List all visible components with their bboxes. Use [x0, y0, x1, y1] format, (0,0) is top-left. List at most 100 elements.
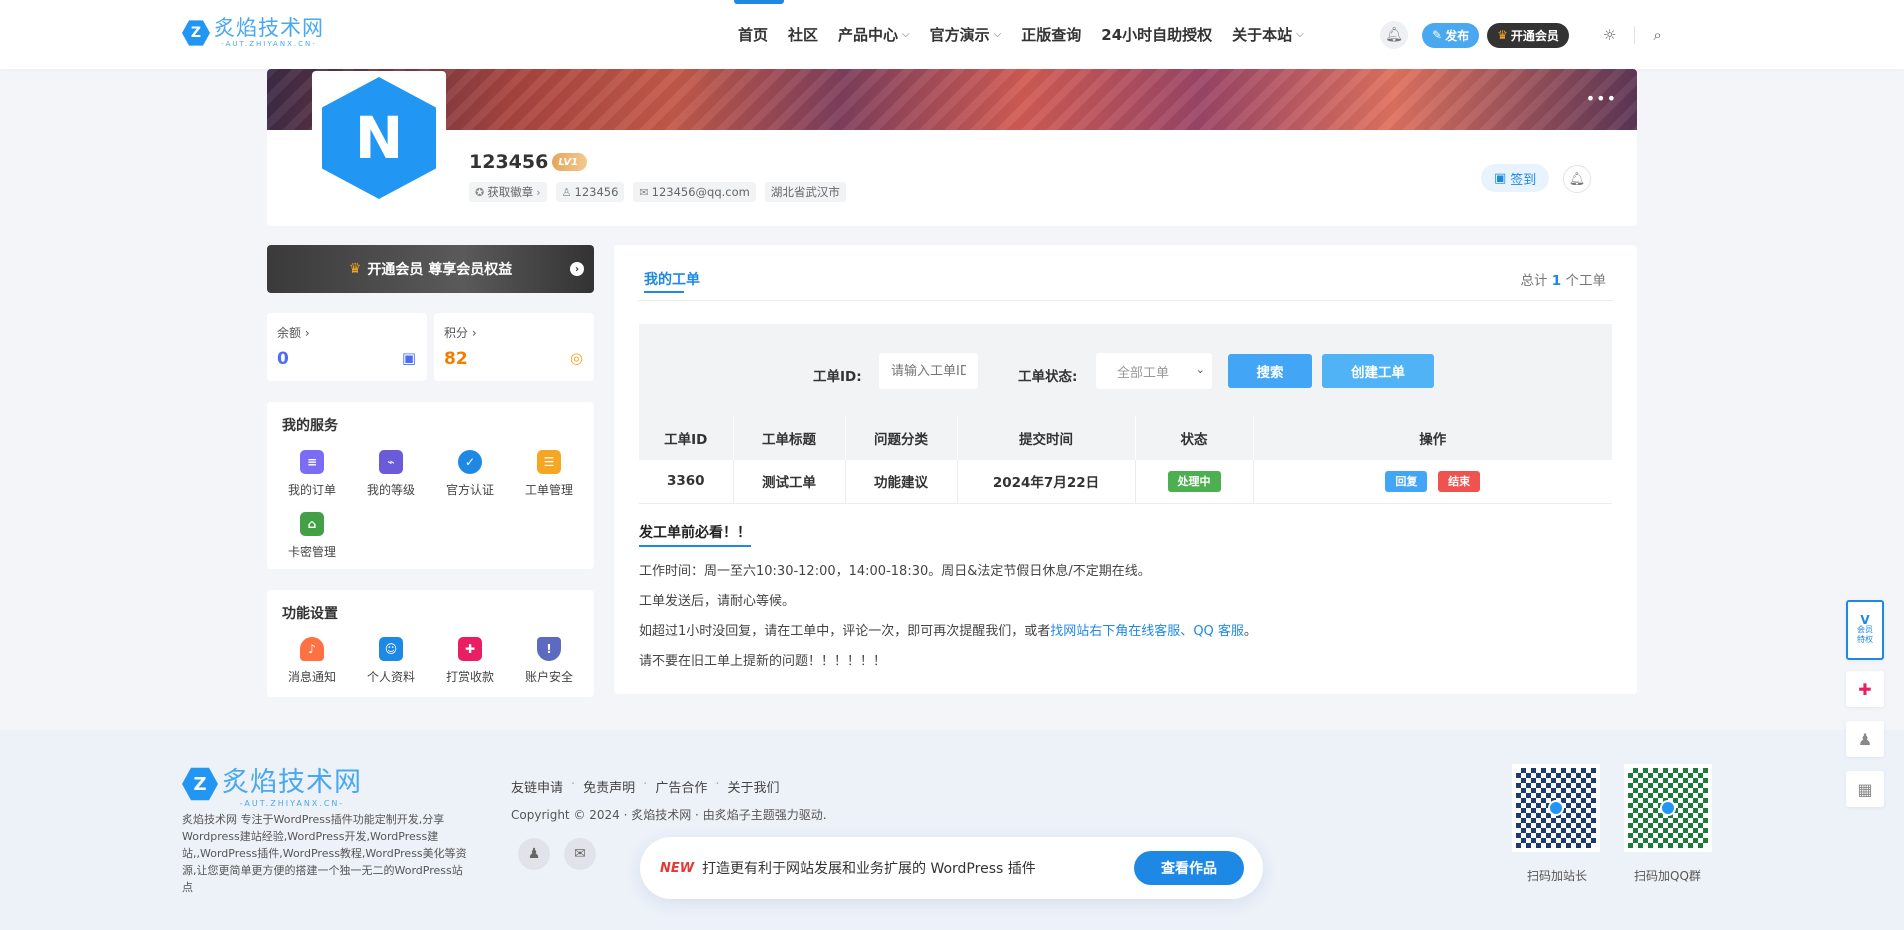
get-badge-tag[interactable]: ✪ 获取徽章 › — [469, 182, 547, 202]
nav-item-demo[interactable]: 官方演示 ⌵ — [930, 24, 1002, 45]
footer-link-about[interactable]: 关于我们 — [727, 777, 779, 796]
float-vip-button[interactable]: V 会员 特权 — [1846, 600, 1884, 660]
ticket-total: 总计 1 个工单 — [1520, 273, 1607, 289]
qq-service-link[interactable]: QQ 客服 — [1193, 624, 1244, 639]
setting-reward[interactable]: ✚ 打赏收款 — [435, 637, 505, 685]
mail-icon[interactable]: ✉ — [564, 838, 596, 870]
divider — [638, 300, 1613, 301]
float-qrcode-icon[interactable]: ▦ — [1846, 771, 1884, 807]
col-category: 问题分类 — [845, 416, 958, 460]
ticket-id-input[interactable] — [879, 353, 978, 389]
nav-item-products[interactable]: 产品中心 ⌵ — [838, 24, 910, 45]
promo-text: 打造更有利于网站发展和业务扩展的 WordPress 插件 — [702, 861, 1036, 877]
points-card[interactable]: 积分 › 82 ◎ — [434, 313, 594, 381]
nav-item-community[interactable]: 社区 — [788, 24, 818, 45]
view-works-button[interactable]: 查看作品 — [1134, 851, 1244, 885]
pen-icon: ✎ — [1432, 28, 1443, 42]
qr-label-admin: 扫码加站长 — [1527, 869, 1588, 883]
table-header-row: 工单ID 工单标题 问题分类 提交时间 状态 操作 — [639, 416, 1612, 460]
search-icon[interactable]: ⌕ — [1653, 26, 1661, 44]
publish-button[interactable]: ✎ 发布 — [1422, 22, 1480, 48]
nav-item-about[interactable]: 关于本站 ⌵ — [1232, 24, 1304, 45]
more-icon[interactable]: ••• — [1586, 89, 1617, 108]
arrow-right-icon: › — [570, 262, 584, 276]
chevron-down-icon: ⌵ — [1296, 29, 1304, 40]
chevron-down-icon: ⌵ — [902, 29, 910, 40]
footer-link-disclaimer[interactable]: 免责声明 — [583, 777, 635, 796]
footer-link-ads[interactable]: 广告合作 — [655, 777, 707, 796]
ticket-category-cell: 功能建议 — [845, 460, 958, 504]
search-button[interactable]: 搜索 — [1228, 354, 1312, 388]
site-header: Z 炙焰技术网 -AUT.ZHIYANX.CN- 首页 社区 产品中心 ⌵ 官方演… — [0, 0, 1904, 69]
online-service-link[interactable]: 找网站右下角在线客服 — [1050, 624, 1180, 639]
logo-mark-icon: Z — [182, 767, 218, 801]
service-my-level[interactable]: ⌁ 我的等级 — [356, 450, 426, 498]
chevron-down-icon: ⌄ — [1195, 363, 1205, 376]
create-ticket-button[interactable]: 创建工单 — [1322, 354, 1434, 388]
qr-code-qq-group — [1624, 764, 1712, 852]
vip-promo-banner[interactable]: ♛ 开通会员 尊享会员权益 › — [267, 245, 594, 293]
nav-item-home[interactable]: 首页 — [738, 24, 768, 45]
tab-underline — [644, 291, 684, 293]
avatar[interactable]: N — [312, 71, 446, 205]
username: 123456 — [469, 151, 549, 173]
profile-banner: ••• — [267, 69, 1637, 130]
site-logo[interactable]: Z 炙焰技术网 -AUT.ZHIYANX.CN- — [182, 18, 324, 48]
notice-line: 工单发送后，请耐心等候。 — [639, 594, 796, 609]
qr-code-admin — [1512, 764, 1600, 852]
setting-security[interactable]: ! 账户安全 — [514, 637, 584, 685]
setting-profile[interactable]: ☺ 个人资料 — [356, 637, 426, 685]
notification-bell-icon[interactable]: 🔔︎ — [1563, 165, 1591, 193]
promo-bar: NEW 打造更有利于网站发展和业务扩展的 WordPress 插件 查看作品 — [640, 837, 1263, 899]
qq-icon[interactable]: ♟ — [518, 838, 550, 870]
footer-logo[interactable]: Z 炙焰技术网 -AUT.ZHIYANX.CN- — [182, 760, 362, 808]
chevron-right-icon: › — [304, 326, 310, 340]
medal-icon: ✪ — [475, 185, 485, 199]
crown-icon: ♛ — [1497, 28, 1508, 42]
vip-button[interactable]: ♛ 开通会员 — [1487, 22, 1569, 48]
logo-mark-icon: Z — [182, 20, 210, 46]
service-official-verify[interactable]: ✓ 官方认证 — [435, 450, 505, 498]
close-ticket-button[interactable]: 结束 — [1438, 470, 1481, 492]
ticket-time-cell: 2024年7月22日 — [957, 460, 1136, 504]
gift-icon: ✚ — [458, 637, 482, 661]
order-icon: ≡ — [300, 450, 324, 474]
service-card-key[interactable]: ⌂ 卡密管理 — [277, 512, 347, 560]
service-my-orders[interactable]: ≡ 我的订单 — [277, 450, 347, 498]
float-gift-icon[interactable]: ✚ — [1846, 671, 1884, 707]
ticket-status-cell: 处理中 — [1135, 460, 1254, 504]
col-ticket-title: 工单标题 — [733, 416, 846, 460]
logo-subtext: -AUT.ZHIYANX.CN- — [221, 40, 317, 48]
col-actions: 操作 — [1253, 416, 1612, 460]
balance-value: 0 — [277, 349, 289, 369]
ticket-title-cell[interactable]: 测试工单 — [733, 460, 846, 504]
notification-bell-icon[interactable]: 🔔︎ — [1380, 21, 1408, 49]
verified-icon: ✓ — [458, 450, 482, 474]
theme-toggle-icon[interactable]: ☼ — [1603, 26, 1616, 44]
nav-item-genuine-check[interactable]: 正版查询 — [1021, 24, 1081, 45]
avatar-logo-icon: N — [322, 77, 436, 199]
email-tag: ✉ 123456@qq.com — [633, 182, 756, 202]
nav-item-self-auth[interactable]: 24小时自助授权 — [1101, 24, 1212, 45]
setting-notifications[interactable]: ♪ 消息通知 — [277, 637, 347, 685]
service-ticket-manage[interactable]: ☰ 工单管理 — [514, 450, 584, 498]
footer-link-friend[interactable]: 友链申请 — [511, 777, 563, 796]
float-qq-icon[interactable]: ♟ — [1846, 721, 1884, 757]
sign-in-button[interactable]: ▣ 签到 — [1481, 164, 1550, 192]
ticket-panel: 我的工单 总计 1 个工单 工单ID: 工单状态: 全部工单⌄ 搜索 创建工单 … — [614, 245, 1637, 694]
copyright: Copyright © 2024 · 炙焰技术网 · 由炙焰子主题强力驱动. — [511, 808, 827, 822]
reply-button[interactable]: 回复 — [1385, 470, 1428, 492]
new-badge: NEW — [660, 861, 695, 876]
col-ticket-id: 工单ID — [639, 416, 734, 460]
uid-tag: ♙ 123456 — [555, 182, 625, 202]
balance-card[interactable]: 余额 › 0 ▣ — [267, 313, 427, 381]
ticket-id-cell: 3360 — [639, 460, 734, 504]
tab-my-tickets[interactable]: 我的工单 — [644, 269, 700, 289]
bell-icon: ♪ — [300, 637, 324, 661]
level-badge: LV1 — [552, 153, 588, 171]
location-tag: 湖北省武汉市 — [764, 182, 846, 202]
ticket-status-select[interactable]: 全部工单 ⌄ — [1096, 353, 1212, 389]
notice-line: 请不要在旧工单上提新的问题！！！！！！ — [639, 654, 887, 669]
divider — [1634, 26, 1636, 44]
ticket-notice: 发工单前必看！！ 工作时间：周一至六10:30-12:00，14:00-18:3… — [639, 522, 1612, 670]
